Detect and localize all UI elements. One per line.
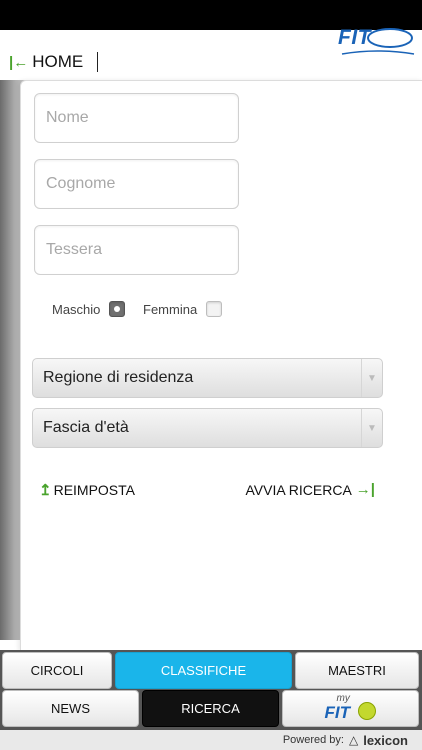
regione-select-value: Regione di residenza xyxy=(43,369,194,386)
powered-by-footer: Powered by: △ lexicon xyxy=(0,730,422,750)
tab-maestri[interactable]: MAESTRI xyxy=(295,652,419,689)
home-button[interactable]: |← HOME xyxy=(9,50,99,74)
regione-select[interactable]: Regione di residenza ▼ xyxy=(32,358,383,398)
reset-label: REIMPOSTA xyxy=(53,482,135,498)
fit-logo-swoosh-icon xyxy=(341,28,415,55)
home-divider xyxy=(97,52,99,72)
lexicon-triangle-icon: △ xyxy=(348,733,359,747)
nome-input[interactable] xyxy=(35,94,238,142)
arrow-left-bar-icon: |← xyxy=(9,53,29,71)
cognome-field[interactable] xyxy=(34,159,239,209)
tab-classifiche[interactable]: CLASSIFICHE xyxy=(115,652,292,689)
tessera-field[interactable] xyxy=(34,225,239,275)
home-label: HOME xyxy=(32,52,84,71)
lexicon-brand: lexicon xyxy=(363,732,408,748)
tab-ricerca[interactable]: RICERCA xyxy=(142,690,279,727)
myfit-fit-text: FIT xyxy=(324,702,351,722)
tab-myfit[interactable]: my FIT xyxy=(282,690,419,727)
maschio-radio[interactable] xyxy=(109,301,126,317)
femmina-radio[interactable] xyxy=(206,301,223,317)
tennis-ball-icon xyxy=(357,701,376,720)
cognome-input[interactable] xyxy=(35,160,238,208)
tab-circoli[interactable]: CIRCOLI xyxy=(2,652,112,689)
gender-femmina-option[interactable]: Femmina xyxy=(143,301,223,317)
femmina-label: Femmina xyxy=(143,301,198,317)
search-label: AVVIA RICERCA xyxy=(245,481,352,498)
arrow-up-icon: ↥ xyxy=(39,482,52,499)
maschio-label: Maschio xyxy=(52,301,101,317)
chevron-down-icon: ▼ xyxy=(361,409,382,447)
fascia-select-value: Fascia d'età xyxy=(43,419,129,436)
reset-button[interactable]: ↥ REIMPOSTA xyxy=(39,481,135,499)
fascia-eta-select[interactable]: Fascia d'età ▼ xyxy=(32,408,383,448)
search-button[interactable]: AVVIA RICERCA →| xyxy=(245,481,375,498)
gender-maschio-option[interactable]: Maschio xyxy=(52,301,126,317)
nome-field[interactable] xyxy=(34,93,239,143)
tab-news[interactable]: NEWS xyxy=(2,690,139,727)
chevron-down-icon: ▼ xyxy=(361,359,382,397)
search-form-panel: Maschio Femmina Regione di residenza ▼ F… xyxy=(20,80,422,651)
powered-by-label: Powered by: xyxy=(282,734,344,746)
fit-logo: FIT xyxy=(332,24,416,64)
myfit-logo: my FIT xyxy=(321,693,381,724)
arrow-right-bar-icon: →| xyxy=(355,481,375,498)
radio-dot-icon xyxy=(114,306,121,312)
tessera-input[interactable] xyxy=(35,226,238,274)
